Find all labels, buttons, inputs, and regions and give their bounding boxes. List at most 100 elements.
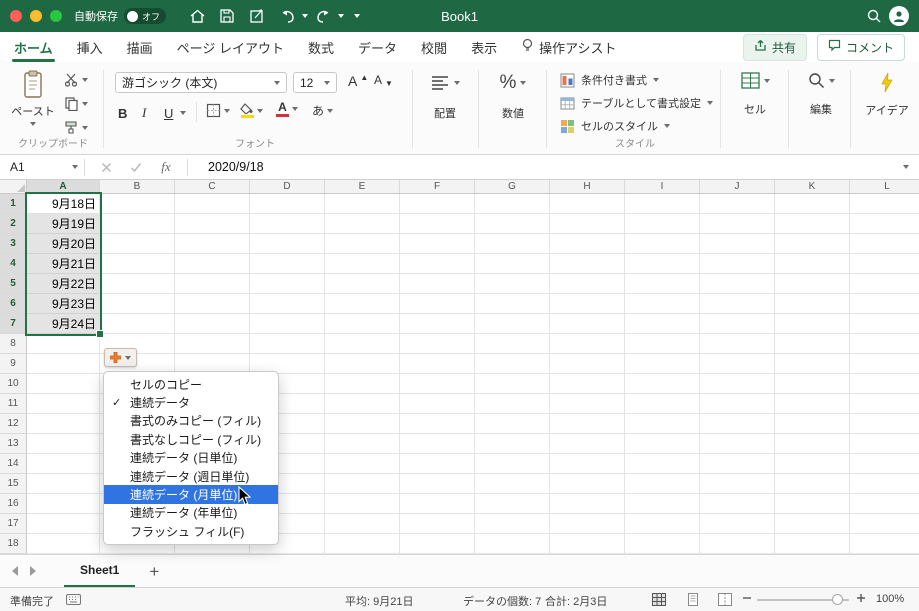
save-icon[interactable] <box>215 4 239 28</box>
select-all-button[interactable] <box>0 180 27 193</box>
row-header[interactable]: 15 <box>0 474 27 494</box>
conditional-formatting-button[interactable]: 条件付き書式 <box>560 72 659 88</box>
menu-item-flash-fill[interactable]: フラッシュ フィル(F) <box>104 522 278 540</box>
increase-font-button[interactable]: A ▲ <box>348 73 368 90</box>
column-header[interactable]: E <box>325 180 400 193</box>
zoom-slider-knob[interactable] <box>832 594 843 605</box>
confirm-entry-icon[interactable] <box>124 155 148 179</box>
phonetic-button[interactable]: あ <box>312 102 334 119</box>
menu-item-fill-series[interactable]: ✓ 連続データ <box>104 393 278 411</box>
font-color-button[interactable]: A <box>276 101 298 117</box>
tab-view[interactable]: 表示 <box>471 32 497 62</box>
cell-a6[interactable]: 9月23日 <box>27 294 96 314</box>
row-header[interactable]: 18 <box>0 534 27 554</box>
undo-dropdown-icon[interactable] <box>302 14 308 18</box>
column-header[interactable]: D <box>250 180 325 193</box>
copy-button[interactable] <box>64 96 88 111</box>
tab-data[interactable]: データ <box>358 32 397 62</box>
row-header[interactable]: 6 <box>0 294 27 314</box>
row-header[interactable]: 1 <box>0 194 27 214</box>
underline-dropdown-icon[interactable] <box>180 111 186 115</box>
zoom-in-button[interactable] <box>856 592 866 607</box>
tab-home[interactable]: ホーム <box>12 32 55 62</box>
borders-button[interactable] <box>206 103 230 118</box>
row-header[interactable]: 3 <box>0 234 27 254</box>
italic-button[interactable]: I <box>142 102 146 124</box>
menu-item-fill-weekdays[interactable]: 連続データ (週日単位) <box>104 467 278 485</box>
tab-draw[interactable]: 描画 <box>127 32 153 62</box>
row-header[interactable]: 7 <box>0 314 27 334</box>
underline-button[interactable]: U <box>164 102 173 124</box>
column-header[interactable]: J <box>700 180 775 193</box>
toolbar-more-icon[interactable] <box>354 14 360 18</box>
formula-bar-expand-icon[interactable] <box>903 165 909 169</box>
name-box[interactable]: A1 <box>0 160 72 174</box>
row-header[interactable]: 14 <box>0 454 27 474</box>
page-layout-view-button[interactable] <box>686 593 700 609</box>
column-header[interactable]: G <box>475 180 550 193</box>
row-header[interactable]: 2 <box>0 214 27 234</box>
tab-formulas[interactable]: 数式 <box>308 32 334 62</box>
row-header[interactable]: 16 <box>0 494 27 514</box>
cell-a2[interactable]: 9月19日 <box>27 214 96 234</box>
tab-insert[interactable]: 挿入 <box>77 32 103 62</box>
row-header[interactable]: 13 <box>0 434 27 454</box>
menu-item-copy-cells[interactable]: セルのコピー <box>104 375 278 393</box>
row-header[interactable]: 12 <box>0 414 27 434</box>
minimize-button[interactable] <box>30 10 42 22</box>
formula-input[interactable]: 2020/9/18 <box>208 160 264 174</box>
account-avatar[interactable] <box>889 6 909 26</box>
row-header[interactable]: 9 <box>0 354 27 374</box>
name-box-dropdown-icon[interactable] <box>72 165 78 169</box>
page-break-view-button[interactable] <box>718 593 732 609</box>
cell-a4[interactable]: 9月21日 <box>27 254 96 274</box>
format-painter-button[interactable] <box>64 120 88 135</box>
close-button[interactable] <box>10 10 22 22</box>
decrease-font-button[interactable]: A ▼ <box>374 73 393 88</box>
font-size-combo[interactable]: 12 <box>293 72 337 93</box>
cancel-entry-icon[interactable] <box>94 155 118 179</box>
column-header[interactable]: C <box>175 180 250 193</box>
sheet-nav-next-icon[interactable] <box>30 566 36 576</box>
tab-review[interactable]: 校閲 <box>421 32 447 62</box>
search-icon[interactable] <box>862 4 886 28</box>
ideas-button[interactable]: アイデア <box>862 72 912 118</box>
column-header[interactable]: B <box>100 180 175 193</box>
redo-dropdown-icon[interactable] <box>338 14 344 18</box>
font-name-combo[interactable]: 游ゴシック (本文) <box>115 72 287 93</box>
menu-item-fill-without-formatting[interactable]: 書式なしコピー (フィル) <box>104 430 278 448</box>
tab-page-layout[interactable]: ページ レイアウト <box>177 32 284 62</box>
alignment-button[interactable]: 配置 <box>422 74 468 121</box>
cell-a3[interactable]: 9月20日 <box>27 234 96 254</box>
number-format-button[interactable]: % 数値 <box>490 72 536 121</box>
home-icon[interactable] <box>185 4 209 28</box>
column-header[interactable]: A <box>27 180 100 193</box>
comments-button[interactable]: コメント <box>816 33 905 61</box>
row-header[interactable]: 10 <box>0 374 27 394</box>
auto-fill-options-button[interactable] <box>104 348 137 367</box>
autosave-control[interactable]: 自動保存 オフ <box>74 8 166 24</box>
zoom-button[interactable] <box>50 10 62 22</box>
cell-a7[interactable]: 9月24日 <box>27 314 96 334</box>
cell-styles-button[interactable]: セルのスタイル <box>560 118 670 134</box>
cut-button[interactable] <box>64 72 88 87</box>
row-header[interactable]: 4 <box>0 254 27 274</box>
sheet-tab-sheet1[interactable]: Sheet1 <box>64 555 136 587</box>
share-button[interactable]: 共有 <box>742 33 807 61</box>
menu-item-fill-days[interactable]: 連続データ (日単位) <box>104 449 278 467</box>
row-header[interactable]: 11 <box>0 394 27 414</box>
cells-button[interactable]: セル <box>732 72 778 117</box>
column-header[interactable]: K <box>775 180 850 193</box>
share-sheet-icon[interactable] <box>245 4 269 28</box>
editing-button[interactable]: 編集 <box>798 72 844 117</box>
add-sheet-button[interactable]: + <box>149 563 159 580</box>
sheet-nav-prev-icon[interactable] <box>12 566 18 576</box>
column-header[interactable]: L <box>850 180 919 193</box>
insert-function-icon[interactable]: fx <box>154 155 178 179</box>
redo-icon[interactable] <box>311 4 335 28</box>
row-header[interactable]: 5 <box>0 274 27 294</box>
tab-tell-me[interactable]: 操作アシスト <box>521 32 617 62</box>
fill-handle[interactable] <box>96 330 104 338</box>
row-header[interactable]: 8 <box>0 334 27 354</box>
format-as-table-button[interactable]: テーブルとして書式設定 <box>560 95 714 111</box>
